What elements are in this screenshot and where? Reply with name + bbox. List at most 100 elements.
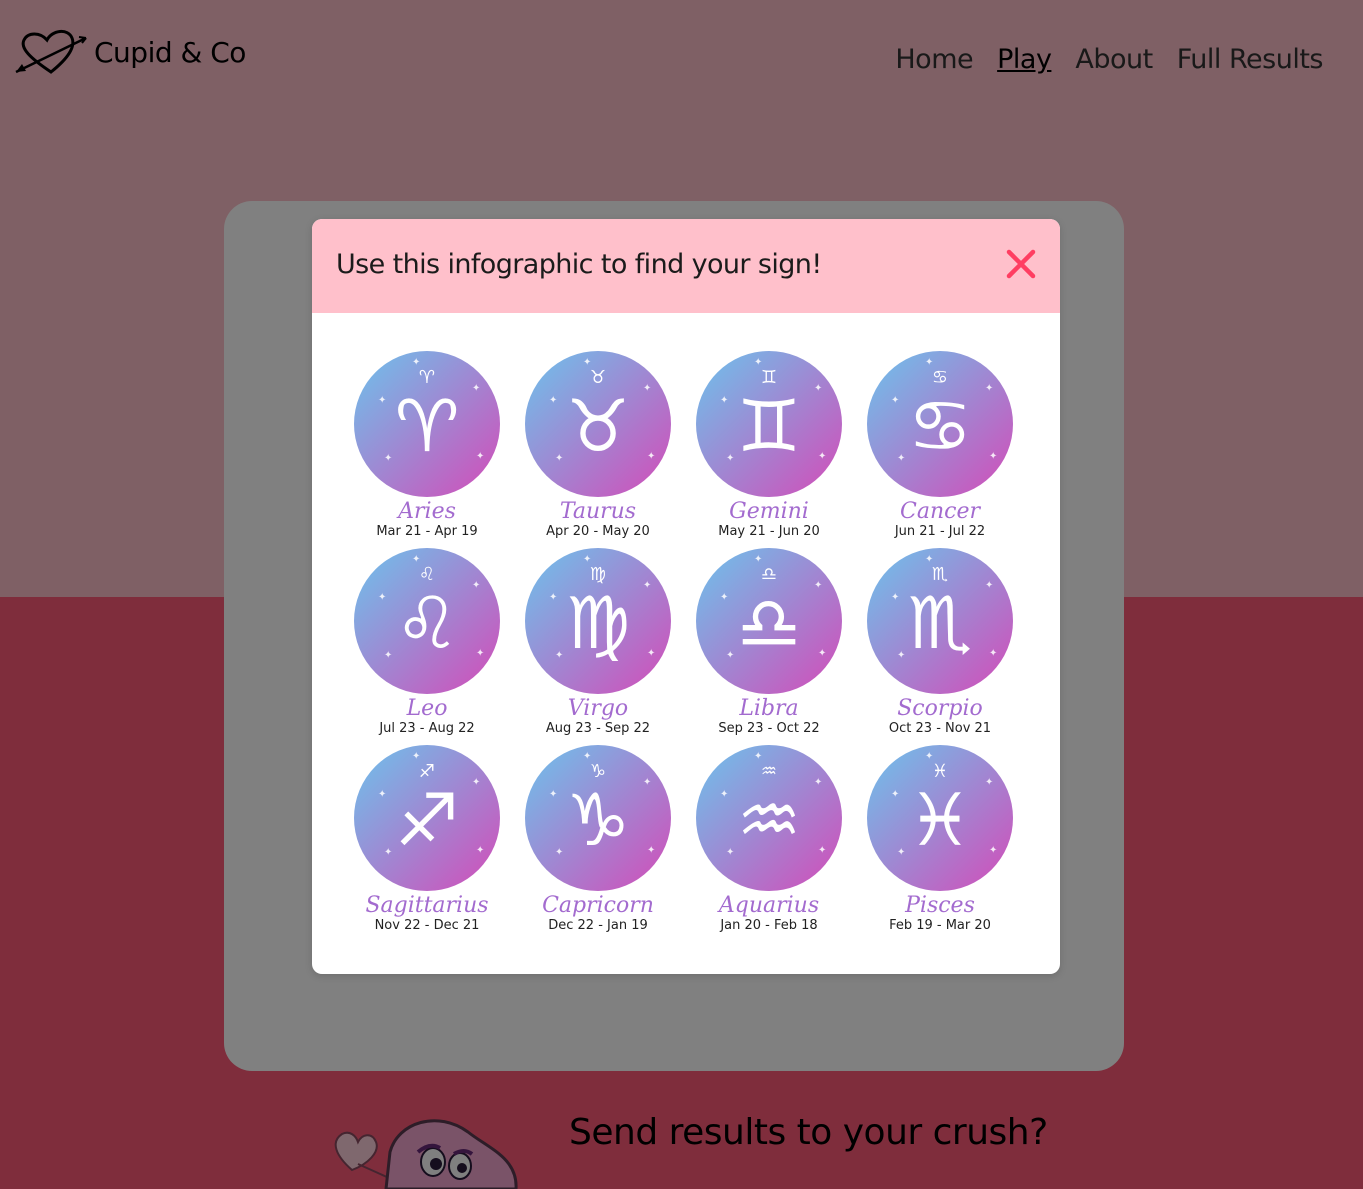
svg-text:✦: ✦ <box>549 395 557 406</box>
sign-dates: Jan 20 - Feb 18 <box>720 918 818 933</box>
svg-text:✦: ✦ <box>647 648 655 659</box>
svg-text:♍: ♍ <box>590 564 606 585</box>
sign-name: Aries <box>398 499 456 524</box>
svg-text:♐: ♐ <box>395 778 460 862</box>
sign-dates: Nov 22 - Dec 21 <box>374 918 480 933</box>
svg-text:✦: ✦ <box>818 845 826 856</box>
svg-text:✦: ✦ <box>891 592 899 603</box>
svg-text:✦: ✦ <box>989 451 997 462</box>
svg-text:✦: ✦ <box>555 453 563 464</box>
zodiac-modal: Use this infographic to find your sign! … <box>312 219 1060 974</box>
svg-text:✦: ✦ <box>814 777 822 788</box>
svg-text:♍: ♍ <box>566 581 631 665</box>
svg-text:✦: ✦ <box>384 453 392 464</box>
svg-text:✦: ✦ <box>647 845 655 856</box>
close-icon[interactable] <box>1004 247 1038 281</box>
svg-text:✦: ✦ <box>476 451 484 462</box>
svg-text:✦: ✦ <box>555 650 563 661</box>
libra-emblem-icon: ✦✦✦✦ ✦♎♎ <box>696 548 842 694</box>
svg-text:✦: ✦ <box>384 650 392 661</box>
sign-cancer: ✦ ✦ ✦ ✦ ✦ ♋ ♋ Cancer Jun 21 - Jul 22 <box>855 351 1025 540</box>
sign-name: Sagittarius <box>365 893 489 918</box>
svg-text:♐: ♐ <box>419 761 435 782</box>
svg-text:✦: ✦ <box>472 383 480 394</box>
svg-text:✦: ✦ <box>476 845 484 856</box>
svg-text:♓: ♓ <box>932 761 948 782</box>
sign-capricorn: ✦ ✦ ✦ ✦ ✦ ♑ ♑ Capricorn Dec 22 - Jan 19 <box>513 745 683 934</box>
svg-text:✦: ✦ <box>720 789 728 800</box>
pisces-emblem-icon: ✦✦✦✦ ✦♓♓ <box>867 745 1013 891</box>
modal-header: Use this infographic to find your sign! <box>312 219 1060 313</box>
svg-text:✦: ✦ <box>643 383 651 394</box>
sign-pisces: ✦ ✦ ✦ ✦ ✦ ♓ ♓ Pisces Feb 19 - Mar 20 <box>855 745 1025 934</box>
sign-dates: Feb 19 - Mar 20 <box>889 918 991 933</box>
svg-text:♊: ♊ <box>737 384 802 468</box>
sign-libra: ✦ ✦ ✦ ✦ ✦ ♎ ♎ Libra Sep 23 - Oct 22 <box>684 548 854 737</box>
svg-text:♎: ♎ <box>737 581 802 665</box>
svg-text:♊: ♊ <box>761 367 777 388</box>
svg-text:✦: ✦ <box>384 847 392 858</box>
svg-text:✦: ✦ <box>989 845 997 856</box>
svg-text:✦: ✦ <box>897 650 905 661</box>
svg-text:✦: ✦ <box>476 648 484 659</box>
svg-text:✦: ✦ <box>985 580 993 591</box>
svg-text:♑: ♑ <box>566 778 631 862</box>
svg-text:♑: ♑ <box>590 761 606 782</box>
sign-dates: Jul 23 - Aug 22 <box>379 721 475 736</box>
svg-text:♋: ♋ <box>908 384 973 468</box>
sign-name: Capricorn <box>542 893 654 918</box>
svg-text:✦: ✦ <box>378 789 386 800</box>
svg-text:✦: ✦ <box>985 777 993 788</box>
svg-text:✦: ✦ <box>989 648 997 659</box>
svg-text:✦: ✦ <box>814 383 822 394</box>
sign-dates: Sep 23 - Oct 22 <box>718 721 820 736</box>
svg-text:✦: ✦ <box>720 395 728 406</box>
svg-text:♋: ♋ <box>932 367 948 388</box>
svg-text:✦: ✦ <box>378 395 386 406</box>
sign-leo: ✦ ✦ ✦ ✦ ✦ ♌ ♌ Leo Jul 23 - Aug 22 <box>342 548 512 737</box>
sign-name: Cancer <box>900 499 980 524</box>
svg-text:♉: ♉ <box>566 384 631 468</box>
aries-emblem-icon: ✦✦✦✦ ✦♈♈ <box>354 351 500 497</box>
svg-text:♎: ♎ <box>761 564 777 585</box>
sign-dates: Jun 21 - Jul 22 <box>894 524 986 539</box>
gemini-emblem-icon: ✦✦✦✦ ✦♊♊ <box>696 351 842 497</box>
svg-text:✦: ✦ <box>814 580 822 591</box>
sign-dates: Oct 23 - Nov 21 <box>888 721 992 736</box>
sign-name: Libra <box>739 696 799 721</box>
cancer-emblem-icon: ✦✦✦✦ ✦♋♋ <box>867 351 1013 497</box>
svg-text:♏: ♏ <box>908 581 973 665</box>
svg-text:✦: ✦ <box>720 592 728 603</box>
svg-text:✦: ✦ <box>726 650 734 661</box>
svg-text:✦: ✦ <box>897 453 905 464</box>
sign-name: Taurus <box>559 499 637 524</box>
svg-text:✦: ✦ <box>726 847 734 858</box>
svg-text:♉: ♉ <box>590 367 606 388</box>
sign-scorpio: ✦ ✦ ✦ ✦ ✦ ♏ ♏ Scorpio Oct 23 - Nov 21 <box>855 548 1025 737</box>
svg-text:✦: ✦ <box>549 789 557 800</box>
svg-text:✦: ✦ <box>378 592 386 603</box>
capricorn-emblem-icon: ✦✦✦✦ ✦♑♑ <box>525 745 671 891</box>
svg-text:✦: ✦ <box>555 847 563 858</box>
svg-text:✦: ✦ <box>472 580 480 591</box>
sagittarius-emblem-icon: ✦✦✦✦ ✦♐♐ <box>354 745 500 891</box>
sign-gemini: ✦ ✦ ✦ ✦ ✦ ♊ ♊ Gemini May 21 - Jun 20 <box>684 351 854 540</box>
svg-text:♌: ♌ <box>395 581 460 665</box>
sign-aries: ✦ ✦ ✦ ✦ ✦ ♈ ♈ Aries Mar 21 - Apr 19 <box>342 351 512 540</box>
sign-name: Scorpio <box>897 696 983 721</box>
sign-dates: May 21 - Jun 20 <box>718 524 820 539</box>
sign-taurus: ✦ ✦ ✦ ✦ ✦ ♉ ♉ Taurus Apr 20 - May 20 <box>513 351 683 540</box>
svg-text:✦: ✦ <box>647 451 655 462</box>
svg-text:✦: ✦ <box>818 648 826 659</box>
sign-dates: Dec 22 - Jan 19 <box>548 918 648 933</box>
scorpio-emblem-icon: ✦✦✦✦ ✦♏♏ <box>867 548 1013 694</box>
svg-text:✦: ✦ <box>985 383 993 394</box>
sign-name: Gemini <box>729 499 809 524</box>
sign-sagittarius: ✦ ✦ ✦ ✦ ✦ ♐ ♐ Sagittarius Nov 22 - Dec 21 <box>342 745 512 934</box>
sign-dates: Aug 23 - Sep 22 <box>545 721 651 736</box>
sign-dates: Apr 20 - May 20 <box>546 524 650 539</box>
svg-text:✦: ✦ <box>472 777 480 788</box>
svg-text:✦: ✦ <box>643 580 651 591</box>
svg-text:✦: ✦ <box>726 453 734 464</box>
sign-name: Virgo <box>567 696 629 721</box>
